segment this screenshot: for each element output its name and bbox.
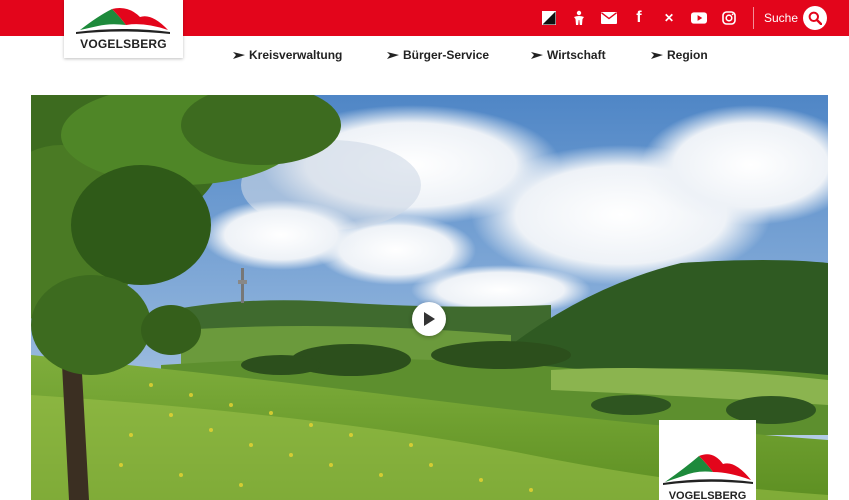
play-icon xyxy=(424,312,435,326)
arrow-icon xyxy=(387,52,399,59)
arrow-icon xyxy=(233,52,245,59)
search-icon xyxy=(808,11,822,25)
logo-mark xyxy=(663,454,753,485)
divider xyxy=(752,7,754,29)
mail-icon[interactable] xyxy=(600,10,617,26)
nav-item-buerger-service[interactable]: Bürger-Service xyxy=(387,48,489,62)
nav-item-label: Region xyxy=(667,48,708,62)
arrow-icon xyxy=(531,52,543,59)
search-button[interactable] xyxy=(803,6,827,30)
youtube-icon[interactable] xyxy=(690,10,707,26)
play-button[interactable] xyxy=(412,302,446,336)
facebook-icon[interactable]: f xyxy=(631,9,647,26)
contrast-icon[interactable] xyxy=(541,10,557,26)
corner-logo-badge: VOGELSBERG xyxy=(659,420,756,500)
nav-item-kreisverwaltung[interactable]: Kreisverwaltung xyxy=(233,48,342,62)
nav-item-region[interactable]: Region xyxy=(651,48,708,62)
accessibility-icon[interactable] xyxy=(571,10,587,26)
instagram-icon[interactable] xyxy=(721,10,737,26)
badge-text: VOGELSBERG xyxy=(668,490,747,500)
nav-item-wirtschaft[interactable]: Wirtschaft xyxy=(531,48,606,62)
logo-mark xyxy=(76,7,170,34)
logo-text: VOGELSBERG xyxy=(80,37,167,51)
arrow-icon xyxy=(651,52,663,59)
nav-item-label: Wirtschaft xyxy=(547,48,606,62)
nav-item-label: Bürger-Service xyxy=(403,48,490,62)
x-icon[interactable]: ✕ xyxy=(661,10,677,26)
nav-item-label: Kreisverwaltung xyxy=(249,48,343,62)
hero-video[interactable]: VOGELSBERG xyxy=(31,95,828,500)
top-icon-bar: f ✕ Suche xyxy=(527,0,827,36)
search-label[interactable]: Suche xyxy=(764,11,798,25)
site-logo[interactable]: VOGELSBERG xyxy=(64,0,183,58)
